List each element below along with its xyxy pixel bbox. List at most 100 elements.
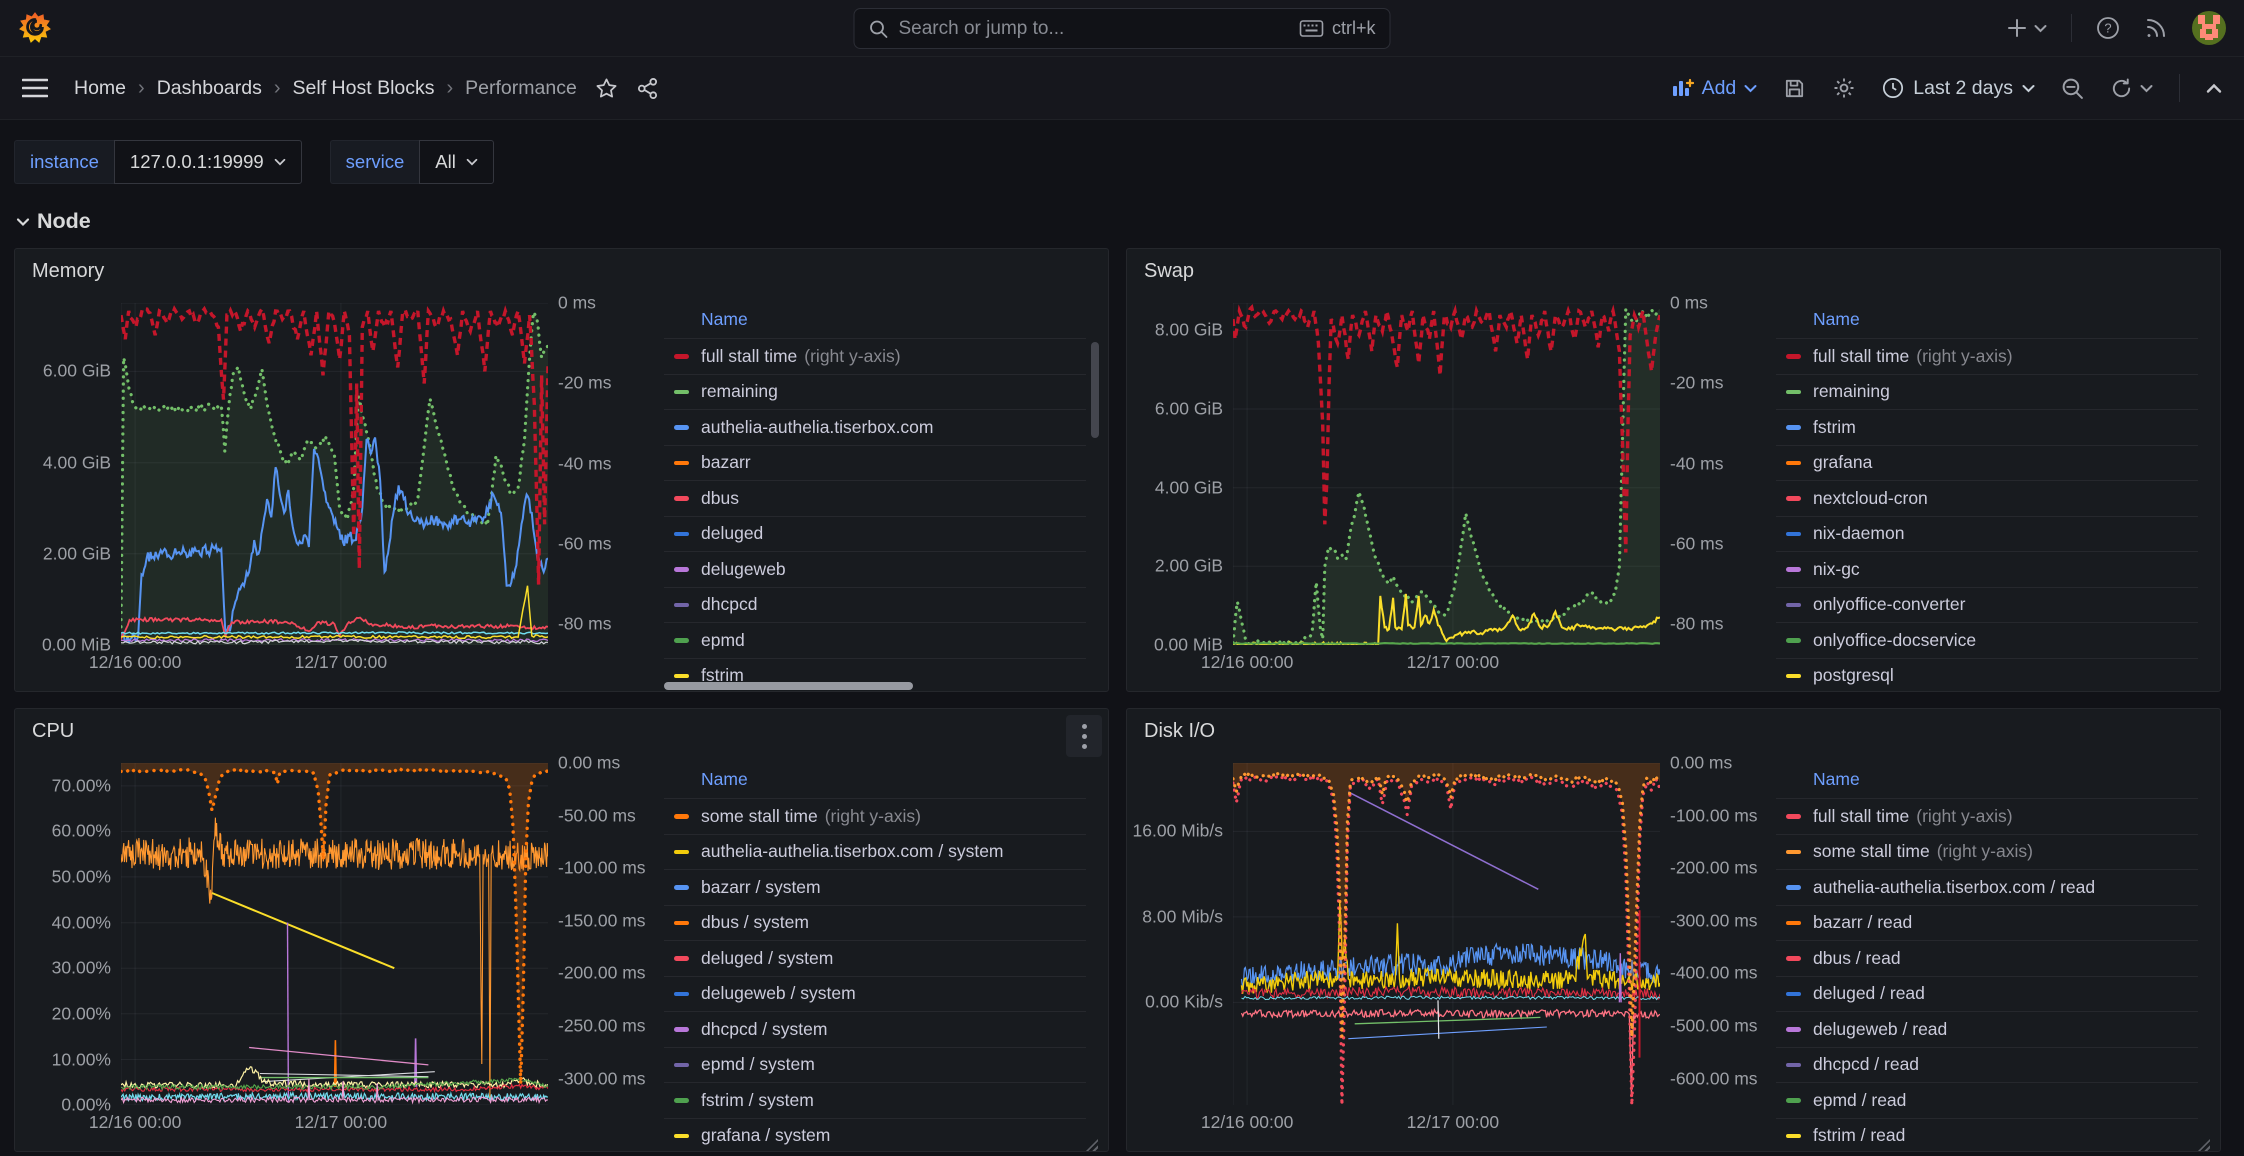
legend-row[interactable]: deluged / read	[1776, 977, 2198, 1013]
x-axis: 12/16 00:0012/17 00:00	[1233, 645, 1660, 679]
zoom-out-time-button[interactable]	[2061, 77, 2084, 100]
series-color-swatch	[674, 674, 689, 679]
breadcrumb-dashboards[interactable]: Dashboards	[157, 77, 262, 100]
legend-header[interactable]: Name	[664, 301, 1086, 339]
legend-horizontal-scrollbar[interactable]	[664, 682, 913, 690]
legend-row[interactable]: deluged	[664, 517, 1086, 553]
legend-row[interactable]: full stall time(right y-axis)	[1776, 339, 2198, 375]
legend-row[interactable]: authelia-authelia.tiserbox.com / read	[1776, 870, 2198, 906]
axis-tick-label: -20 ms	[1670, 373, 1723, 394]
series-color-swatch	[674, 1063, 689, 1068]
legend-row[interactable]: dhcpcd / system	[664, 1012, 1086, 1048]
legend-row[interactable]: onlyoffice-docservice	[1776, 623, 2198, 659]
legend-row[interactable]: full stall time(right y-axis)	[664, 339, 1086, 375]
add-panel-button[interactable]: Add	[1672, 77, 1758, 100]
global-search[interactable]: ctrl+k	[854, 8, 1391, 49]
legend-row[interactable]: bazarr / read	[1776, 906, 2198, 942]
axis-tick-label: -100.00 ms	[558, 858, 646, 879]
legend-row[interactable]: dhcpcd	[664, 588, 1086, 624]
series-color-swatch	[674, 1134, 689, 1139]
series-color-swatch	[1786, 425, 1801, 430]
refresh-button[interactable]	[2110, 77, 2153, 100]
legend-vertical-scrollbar[interactable]	[1091, 342, 1099, 438]
legend-header[interactable]: Name	[664, 761, 1086, 799]
breadcrumb-home[interactable]: Home	[74, 77, 126, 100]
dashboard-canvas: instance 127.0.0.1:19999 service All Nod…	[0, 120, 2244, 1152]
legend-row[interactable]: grafana	[1776, 446, 2198, 482]
row-node-toggle[interactable]: Node	[16, 209, 2221, 234]
legend-row[interactable]: authelia-authelia.tiserbox.com / system	[664, 835, 1086, 871]
favorite-star-button[interactable]	[595, 77, 618, 100]
legend-row[interactable]: dbus / read	[1776, 941, 2198, 977]
legend-row[interactable]: nextcloud-cron	[1776, 481, 2198, 517]
time-range-picker[interactable]: Last 2 days	[1882, 77, 2035, 100]
legend: Namefull stall time(right y-axis)some st…	[1776, 761, 2212, 1152]
legend-row[interactable]: onlyoffice-converter	[1776, 588, 2198, 624]
panel-menu-button[interactable]	[1066, 715, 1102, 757]
axis-tick-label: -500.00 ms	[1670, 1015, 1758, 1036]
legend-row[interactable]: remaining	[664, 375, 1086, 411]
legend-row[interactable]: full stall time(right y-axis)	[1776, 799, 2198, 835]
collapse-toolbar-button[interactable]	[2206, 83, 2222, 94]
legend-row[interactable]: deluged / system	[664, 941, 1086, 977]
legend-row[interactable]: bazarr	[664, 446, 1086, 482]
divider	[2179, 74, 2180, 102]
legend-row[interactable]: dbus / system	[664, 906, 1086, 942]
axis-tick-label: -60 ms	[1670, 534, 1723, 555]
chart-plot-area[interactable]	[1233, 303, 1660, 645]
legend-row[interactable]: delugeweb / system	[664, 977, 1086, 1013]
legend-row[interactable]: postgresql	[1776, 659, 2198, 693]
chart-plot-area[interactable]	[121, 763, 548, 1105]
share-button[interactable]	[636, 77, 659, 100]
legend-row[interactable]: delugeweb / read	[1776, 1012, 2198, 1048]
chart-plot-area[interactable]	[121, 303, 548, 645]
axis-tick-label: 10.00%	[52, 1049, 111, 1070]
mega-menu-button[interactable]	[22, 78, 48, 98]
axis-tick-label: -300.00 ms	[1670, 911, 1758, 932]
variable-instance-select[interactable]: 127.0.0.1:19999	[114, 140, 302, 184]
panel-title[interactable]: Swap	[1144, 260, 2220, 283]
legend-header[interactable]: Name	[1776, 301, 2198, 339]
axis-tick-label: 12/16 00:00	[89, 652, 181, 673]
panel-title[interactable]: Memory	[32, 260, 1108, 283]
axis-tick-label: -200.00 ms	[1670, 858, 1758, 879]
legend-row[interactable]: fstrim / system	[664, 1083, 1086, 1119]
legend-row[interactable]: delugeweb	[664, 552, 1086, 588]
help-button[interactable]: ?	[2096, 16, 2120, 40]
chart-plot-area[interactable]	[1233, 763, 1660, 1105]
legend-row[interactable]: epmd / read	[1776, 1083, 2198, 1119]
legend-row[interactable]: nix-daemon	[1776, 517, 2198, 553]
legend-row[interactable]: fstrim / read	[1776, 1119, 2198, 1153]
news-rss-button[interactable]	[2144, 16, 2168, 40]
legend-row[interactable]: some stall time(right y-axis)	[1776, 835, 2198, 871]
series-color-swatch	[1786, 850, 1801, 855]
legend-header[interactable]: Name	[1776, 761, 2198, 799]
new-menu-button[interactable]	[2006, 17, 2047, 39]
row-node-title: Node	[37, 209, 91, 234]
legend-row[interactable]: authelia-authelia.tiserbox.com	[664, 410, 1086, 446]
dashboard-settings-button[interactable]	[1832, 76, 1856, 100]
legend-row[interactable]: dhcpcd / read	[1776, 1048, 2198, 1084]
axis-tick-label: 2.00 GiB	[43, 543, 111, 564]
panel-title[interactable]: Disk I/O	[1144, 720, 2220, 743]
breadcrumb-folder[interactable]: Self Host Blocks	[293, 77, 435, 100]
panel-title[interactable]: CPU	[32, 720, 1108, 743]
legend-row[interactable]: fstrim	[1776, 410, 2198, 446]
series-color-swatch	[674, 814, 689, 819]
save-dashboard-button[interactable]	[1783, 77, 1806, 100]
legend-row[interactable]: nix-gc	[1776, 552, 2198, 588]
search-input[interactable]	[899, 18, 1290, 40]
variable-service-select[interactable]: All	[419, 140, 494, 184]
axis-tick-label: 8.00 GiB	[1155, 320, 1223, 341]
legend-row[interactable]: remaining	[1776, 375, 2198, 411]
axis-tick-label: 0 ms	[1670, 293, 1708, 314]
legend-row[interactable]: epmd / system	[664, 1048, 1086, 1084]
legend-row[interactable]: bazarr / system	[664, 870, 1086, 906]
series-color-swatch	[674, 567, 689, 572]
legend-row[interactable]: epmd	[664, 623, 1086, 659]
legend-row[interactable]: grafana / system	[664, 1119, 1086, 1153]
legend-row[interactable]: dbus	[664, 481, 1086, 517]
legend-row[interactable]: some stall time(right y-axis)	[664, 799, 1086, 835]
grafana-logo[interactable]	[18, 11, 52, 45]
user-avatar[interactable]	[2192, 11, 2226, 45]
